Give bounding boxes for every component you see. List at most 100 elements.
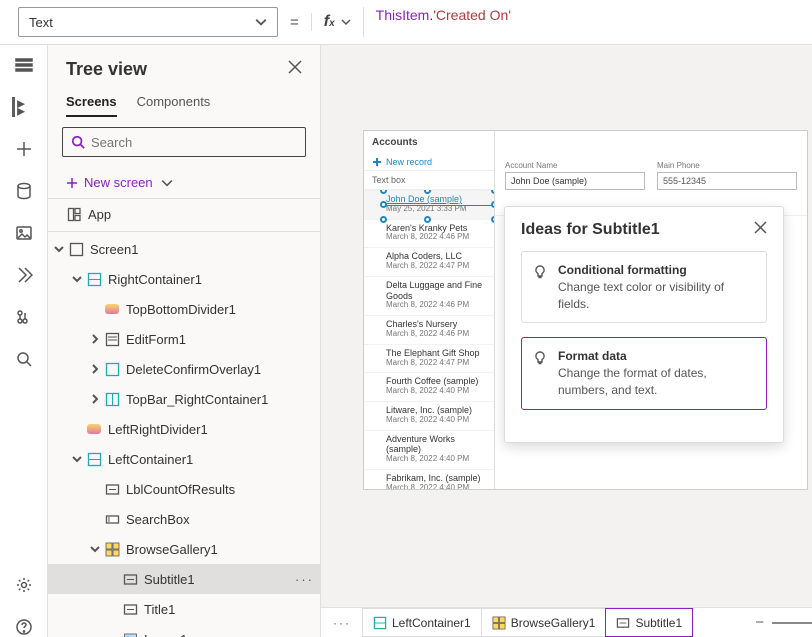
hamburger-icon[interactable]	[14, 55, 34, 75]
tree-search[interactable]	[62, 127, 306, 157]
record-date: March 8, 2022 4:46 PM	[386, 301, 486, 310]
gallery-textbox-label: Text box	[364, 171, 494, 190]
idea-card-conditional-formatting[interactable]: Conditional formatting Change text color…	[521, 251, 767, 323]
idea-card-title: Format data	[558, 348, 754, 365]
chevron-down-icon	[255, 16, 267, 28]
search-icon	[71, 135, 85, 149]
left-rail	[0, 45, 48, 637]
tree-node-subtitle1[interactable]: Subtitle1 ···	[48, 564, 320, 594]
chevron-right-icon	[90, 364, 100, 374]
new-screen-button[interactable]: New screen	[48, 167, 320, 199]
tree-node-label: TopBar_RightContainer1	[126, 392, 268, 407]
breadcrumb-browsegallery[interactable]: BrowseGallery1	[481, 608, 607, 637]
breadcrumb-subtitle1[interactable]: Subtitle1	[605, 608, 693, 637]
tree-node-topbottomdivider[interactable]: TopBottomDivider1	[48, 294, 320, 324]
data-icon[interactable]	[14, 181, 34, 201]
tree-node-editform[interactable]: EditForm1	[48, 324, 320, 354]
close-icon[interactable]	[288, 60, 302, 79]
tree-node-screen1[interactable]: Screen1	[48, 234, 320, 264]
breadcrumb-more-icon[interactable]: ···	[321, 616, 363, 630]
gallery-items[interactable]: John Doe (sample)May 25, 2021 3:33 PMKar…	[364, 190, 494, 489]
tree-node-lblcount[interactable]: LblCountOfResults	[48, 474, 320, 504]
idea-card-format-data[interactable]: Format data Change the format of dates, …	[521, 337, 767, 409]
tree-node-label: SearchBox	[126, 512, 190, 527]
property-selector[interactable]: Text	[18, 7, 278, 37]
plus-icon	[66, 177, 78, 189]
tree-node-gallery[interactable]: BrowseGallery1	[48, 534, 320, 564]
new-screen-label: New screen	[84, 175, 153, 190]
gallery-item[interactable]: Fourth Coffee (sample)March 8, 2022 4:40…	[364, 372, 494, 401]
container-icon	[104, 361, 120, 377]
close-icon[interactable]	[754, 221, 767, 239]
tree-search-input[interactable]	[91, 135, 297, 150]
tab-components[interactable]: Components	[137, 88, 211, 117]
property-selector-value: Text	[29, 15, 53, 30]
main-phone-input[interactable]: 555-12345	[657, 172, 797, 190]
chevron-down-icon	[90, 544, 100, 554]
gallery-item[interactable]: Karen's Kranky PetsMarch 8, 2022 4:46 PM	[364, 219, 494, 248]
gallery-item[interactable]: John Doe (sample)May 25, 2021 3:33 PM	[364, 190, 494, 219]
app-preview[interactable]: Accounts New record Text box John Doe (s…	[363, 130, 808, 490]
accounts-header: Accounts	[364, 131, 494, 154]
label-icon	[616, 616, 630, 630]
power-automate-icon[interactable]	[14, 265, 34, 285]
idea-card-desc: Change the format of dates, numbers, and…	[558, 366, 707, 397]
more-icon[interactable]: ···	[295, 572, 314, 587]
record-title: Adventure Works (sample)	[386, 434, 486, 456]
record-title: The Elephant Gift Shop	[386, 348, 486, 359]
record-date: March 8, 2022 4:47 PM	[386, 262, 486, 271]
tree-node-image1[interactable]: Image1	[48, 624, 320, 637]
breadcrumb-label: BrowseGallery1	[511, 616, 596, 630]
insert-icon[interactable]	[14, 139, 34, 159]
tree-node-label: TopBottomDivider1	[126, 302, 236, 317]
tree-node-leftcontainer[interactable]: LeftContainer1	[48, 444, 320, 474]
search-icon[interactable]	[14, 349, 34, 369]
formula-bar-row: Text = fx ThisItem.'Created On'	[0, 0, 812, 45]
settings-icon[interactable]	[14, 575, 34, 595]
zoom-slider[interactable]	[772, 622, 812, 624]
record-date: March 8, 2022 4:46 PM	[386, 330, 486, 339]
gallery-icon	[104, 541, 120, 557]
lightbulb-icon	[532, 350, 548, 366]
tree-view-icon[interactable]	[12, 97, 32, 117]
form-area: Account Name John Doe (sample) Main Phon…	[495, 131, 807, 216]
tree-node-deleteconfirm[interactable]: DeleteConfirmOverlay1	[48, 354, 320, 384]
tree-node-lrdivider[interactable]: LeftRightDivider1	[48, 414, 320, 444]
gallery-item[interactable]: Litware, Inc. (sample)March 8, 2022 4:40…	[364, 401, 494, 430]
tree-scroll[interactable]: App Screen1 RightContainer1 TopBottomDiv…	[48, 199, 320, 637]
tree-node-searchbox[interactable]: SearchBox	[48, 504, 320, 534]
record-date: May 25, 2021 3:33 PM	[386, 205, 486, 214]
record-date: March 8, 2022 4:47 PM	[386, 359, 486, 368]
tree-node-app[interactable]: App	[48, 199, 320, 229]
account-name-input[interactable]: John Doe (sample)	[505, 172, 645, 190]
tab-screens[interactable]: Screens	[66, 88, 117, 117]
divider-icon	[86, 421, 102, 437]
tree-title: Tree view	[66, 59, 147, 80]
chevron-down-icon	[341, 17, 351, 27]
formula-bar[interactable]: ThisItem.'Created On'	[363, 7, 794, 37]
tree-node-title1[interactable]: Title1	[48, 594, 320, 624]
gallery-item[interactable]: Charles's NurseryMarch 8, 2022 4:46 PM	[364, 315, 494, 344]
tree-node-label: Image1	[144, 632, 187, 637]
fx-indicator[interactable]: fx	[311, 13, 351, 31]
help-icon[interactable]	[14, 617, 34, 637]
gallery-item[interactable]: Adventure Works (sample)March 8, 2022 4:…	[364, 430, 494, 469]
tree-node-topbar-rc[interactable]: TopBar_RightContainer1	[48, 384, 320, 414]
tree-node-label: Subtitle1	[144, 572, 195, 587]
equals-icon: =	[290, 14, 299, 31]
breadcrumb-leftcontainer[interactable]: LeftContainer1	[362, 608, 482, 637]
chevron-right-icon	[90, 394, 100, 404]
gallery-item[interactable]: Delta Luggage and Fine GoodsMarch 8, 202…	[364, 276, 494, 315]
new-record-button[interactable]: New record	[364, 154, 494, 171]
gallery-item[interactable]: Fabrikam, Inc. (sample)March 8, 2022 4:4…	[364, 469, 494, 489]
tree-node-label: RightContainer1	[108, 272, 202, 287]
gallery-item[interactable]: The Elephant Gift ShopMarch 8, 2022 4:47…	[364, 344, 494, 373]
media-icon[interactable]	[14, 223, 34, 243]
record-date: March 8, 2022 4:40 PM	[386, 455, 486, 464]
gallery-item[interactable]: Alpha Coders, LLCMarch 8, 2022 4:47 PM	[364, 247, 494, 276]
variables-icon[interactable]	[14, 307, 34, 327]
tree-node-rightcontainer[interactable]: RightContainer1	[48, 264, 320, 294]
zoom-out-icon[interactable]: −	[747, 614, 772, 631]
ideas-title: Ideas for Subtitle1	[521, 221, 660, 239]
record-date: March 8, 2022 4:40 PM	[386, 416, 486, 425]
